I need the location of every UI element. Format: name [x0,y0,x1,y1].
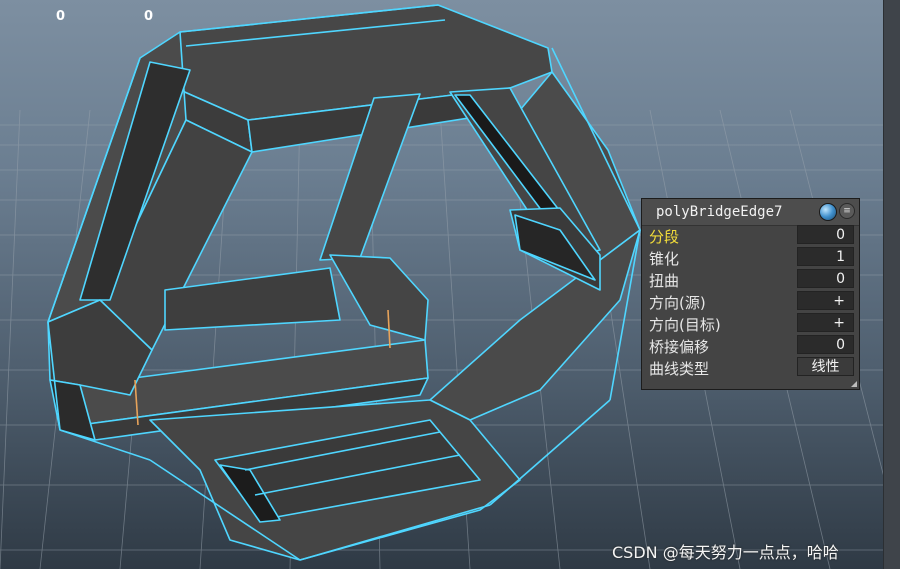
resize-handle[interactable] [851,381,857,387]
channel-box-popup[interactable]: polyBridgeEdge7 ≡ 分段 0 锥化 1 扭曲 0 方向(源) +… [641,198,860,390]
hud-value-right: 0 [144,9,154,24]
menu-icon[interactable]: ≡ [839,203,855,219]
attr-row-bridge-offset[interactable]: 桥接偏移 0 [642,334,859,356]
attr-row-taper[interactable]: 锥化 1 [642,246,859,268]
attr-label: 分段 [649,228,680,246]
watermark-text: CSDN @每天努力一点点，哈哈 [612,543,839,562]
attr-row-divisions[interactable]: 分段 0 [642,224,859,246]
attr-label: 曲线类型 [649,360,710,378]
attr-value-field[interactable]: + [797,291,854,310]
attr-value-field[interactable]: 1 [797,247,854,266]
attr-label: 锥化 [649,250,680,268]
attr-row-reverse-source[interactable]: 方向(源) + [642,290,859,312]
panel-divider[interactable] [883,0,900,569]
attr-label: 扭曲 [649,272,680,290]
attr-label: 方向(目标) [649,316,721,334]
sphere-icon[interactable] [819,203,837,221]
attr-value-field[interactable]: 0 [797,269,854,288]
attr-label: 方向(源) [649,294,706,312]
attr-enum-field[interactable]: 线性 [797,357,854,376]
attr-row-reverse-target[interactable]: 方向(目标) + [642,312,859,334]
attr-row-curve-type[interactable]: 曲线类型 线性 [642,356,859,378]
attr-value-field[interactable]: + [797,313,854,332]
attr-value-field[interactable]: 0 [797,225,854,244]
attr-row-twist[interactable]: 扭曲 0 [642,268,859,290]
hex-frame-mesh[interactable] [47,4,641,561]
attr-value-field[interactable]: 0 [797,335,854,354]
node-title: polyBridgeEdge7 [656,204,783,220]
hud-value-left: 0 [56,9,66,24]
attr-label: 桥接偏移 [649,338,710,356]
channel-box-header: polyBridgeEdge7 ≡ [642,199,859,226]
